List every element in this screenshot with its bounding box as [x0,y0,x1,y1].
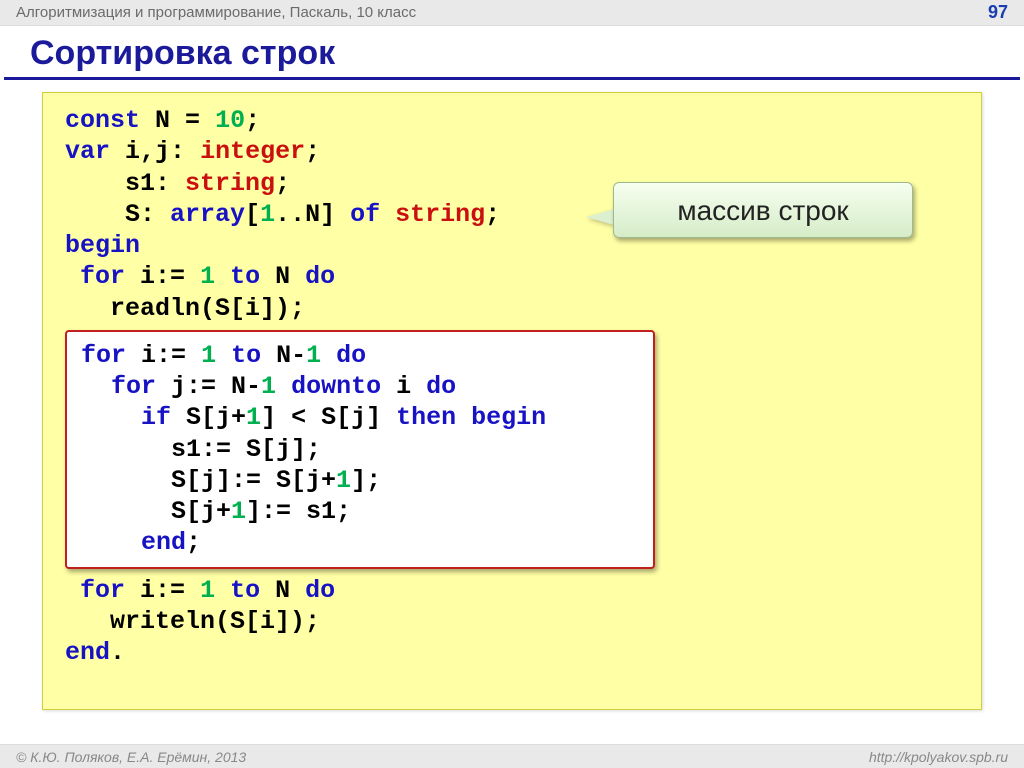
code-line: const N = 10; [65,105,959,136]
slide-title: Сортировка строк [0,26,1024,77]
code-box: const N = 10; var i,j: integer; s1: stri… [42,92,982,710]
slide-header: Алгоритмизация и программирование, Паска… [0,0,1024,26]
code-line: for i:= 1 to N do [65,261,959,292]
footer-url: http://kpolyakov.spb.ru [869,749,1008,765]
subject-text: Алгоритмизация и программирование, Паска… [16,4,416,21]
code-line: S[j+1]:= s1; [81,496,639,527]
highlighted-code: for i:= 1 to N-1 do for j:= N-1 downto i… [65,330,655,569]
callout-label: массив строк [613,182,913,238]
code-line: S[j]:= S[j+1]; [81,465,639,496]
code-line: for j:= N-1 downto i do [81,371,639,402]
code-line: if S[j+1] < S[j] then begin [81,402,639,433]
code-line: s1:= S[j]; [81,434,639,465]
slide-footer: © К.Ю. Поляков, Е.А. Ерёмин, 2013 http:/… [0,744,1024,768]
copyright-text: © К.Ю. Поляков, Е.А. Ерёмин, 2013 [16,749,246,765]
code-line: writeln(S[i]); [65,606,959,637]
page-number: 97 [988,2,1008,23]
code-line: end; [81,527,639,558]
code-line: readln(S[i]); [65,293,959,324]
callout-tail-icon [586,209,614,225]
code-line: for i:= 1 to N do [65,575,959,606]
title-underline [4,77,1020,80]
code-line: for i:= 1 to N-1 do [81,340,639,371]
code-line: end. [65,637,959,668]
code-line: var i,j: integer; [65,136,959,167]
